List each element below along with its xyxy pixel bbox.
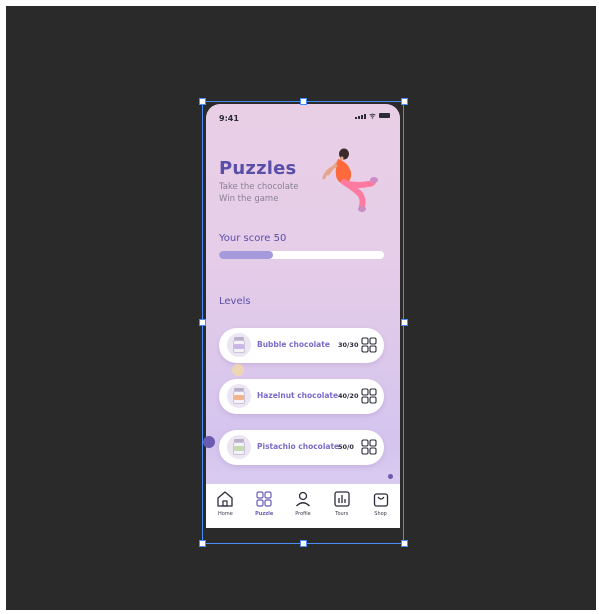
selection-box[interactable] — [202, 101, 404, 544]
resize-handle-right[interactable] — [401, 319, 408, 326]
resize-handle-bottom[interactable] — [300, 540, 307, 547]
resize-handle-bottom-right[interactable] — [401, 540, 408, 547]
resize-handle-bottom-left[interactable] — [199, 540, 206, 547]
resize-handle-top-right[interactable] — [401, 98, 408, 105]
resize-handle-top[interactable] — [300, 98, 307, 105]
resize-handle-top-left[interactable] — [199, 98, 206, 105]
resize-handle-left[interactable] — [199, 319, 206, 326]
